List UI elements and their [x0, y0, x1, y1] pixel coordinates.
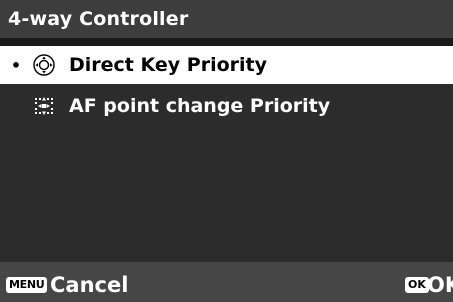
selected-bullet: • [10, 55, 22, 75]
page-title-text: 4-way Controller [8, 8, 189, 30]
menu-screen: 4-way Controller • Direct Key Priority A… [0, 0, 453, 302]
cancel-label[interactable]: Cancel [50, 270, 128, 300]
ok-button-icon[interactable]: OK [405, 277, 429, 293]
options-list: • Direct Key Priority AF point change Pr… [0, 46, 453, 125]
af-point-icon [32, 95, 56, 117]
page-title: 4-way Controller [0, 0, 453, 38]
option-af-point-change-priority[interactable]: AF point change Priority [0, 87, 453, 125]
title-divider [0, 38, 453, 46]
option-label: Direct Key Priority [69, 54, 267, 76]
option-direct-key-priority[interactable]: • Direct Key Priority [0, 46, 453, 84]
footer-bar: MENU Cancel OK OK [0, 262, 453, 302]
ok-label[interactable]: OK [427, 270, 453, 300]
menu-button-icon[interactable]: MENU [6, 277, 48, 293]
direct-key-icon [32, 54, 56, 76]
option-label: AF point change Priority [69, 95, 331, 117]
